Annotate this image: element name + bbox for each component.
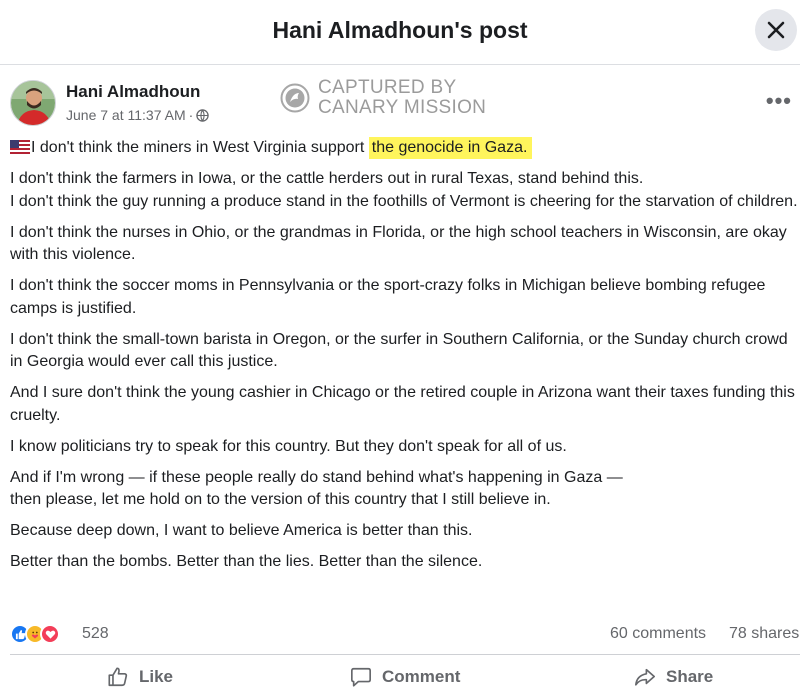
author-name[interactable]: Hani Almadhoun [66, 82, 200, 102]
comment-button[interactable]: Comment [350, 666, 460, 688]
reaction-icons[interactable] [10, 624, 60, 644]
reaction-count[interactable]: 528 [82, 625, 109, 643]
reactions-bar: 528 60 comments 78 shares [10, 622, 800, 646]
post-paragraph: I don't think the farmers in Iowa, or th… [10, 170, 644, 187]
post-paragraph: Because deep down, I want to believe Ame… [10, 522, 473, 539]
dialog-title: Hani Almadhoun's post [272, 17, 528, 43]
post-body: I don't think the miners in West Virgini… [10, 137, 800, 582]
post-paragraph: And if I'm wrong — if these people reall… [10, 468, 623, 486]
post-paragraph: I don't think the small-town barista in … [10, 330, 788, 371]
post-meta: June 7 at 11:37 AM · [66, 107, 210, 123]
love-icon [40, 624, 60, 644]
close-button[interactable] [755, 9, 797, 51]
avatar[interactable] [10, 80, 56, 126]
post-dialog-header: Hani Almadhoun's post [0, 0, 800, 65]
shares-count[interactable]: 78 shares [729, 625, 799, 643]
more-options-button[interactable]: ••• [766, 88, 792, 114]
watermark-line2: CANARY MISSION [318, 97, 487, 118]
comments-count[interactable]: 60 comments [610, 625, 706, 643]
close-icon [767, 21, 785, 39]
watermark-line1: CAPTURED BY [318, 77, 457, 98]
like-label: Like [139, 667, 174, 686]
meta-separator: · [188, 107, 194, 123]
post-paragraph: I don't think the miners in West Virgini… [10, 137, 800, 160]
post-paragraph: I don't think the guy running a produce … [10, 192, 798, 210]
post-paragraph: I know politicians try to speak for this… [10, 437, 567, 455]
share-button[interactable]: Share [634, 666, 713, 688]
thumbs-up-icon [108, 667, 128, 687]
us-flag-icon [10, 140, 30, 154]
share-label: Share [666, 667, 714, 686]
highlighted-text: the genocide in Gaza. [368, 137, 533, 159]
comment-label: Comment [382, 667, 461, 686]
post-text: I don't think the miners in West Virgini… [31, 139, 369, 156]
post-actions: Like Comment Share [0, 660, 800, 696]
like-button[interactable]: Like [107, 666, 173, 688]
share-icon [635, 668, 655, 686]
post-paragraph: And I sure don't think the young cashier… [10, 384, 795, 424]
comment-icon [351, 667, 371, 687]
globe-icon [196, 108, 210, 122]
post-paragraph: I don't think the nurses in Ohio, or the… [10, 223, 787, 264]
post-paragraph: Better than the bombs. Better than the l… [10, 553, 483, 570]
divider [10, 654, 800, 655]
post-paragraph: then please, let me hold on to the versi… [10, 491, 551, 508]
canary-mission-logo-icon [280, 83, 310, 113]
watermark: CAPTURED BY CANARY MISSION [280, 78, 486, 118]
post-paragraph: I don't think the soccer moms in Pennsyl… [10, 277, 766, 317]
post-timestamp[interactable]: June 7 at 11:37 AM [66, 107, 186, 123]
